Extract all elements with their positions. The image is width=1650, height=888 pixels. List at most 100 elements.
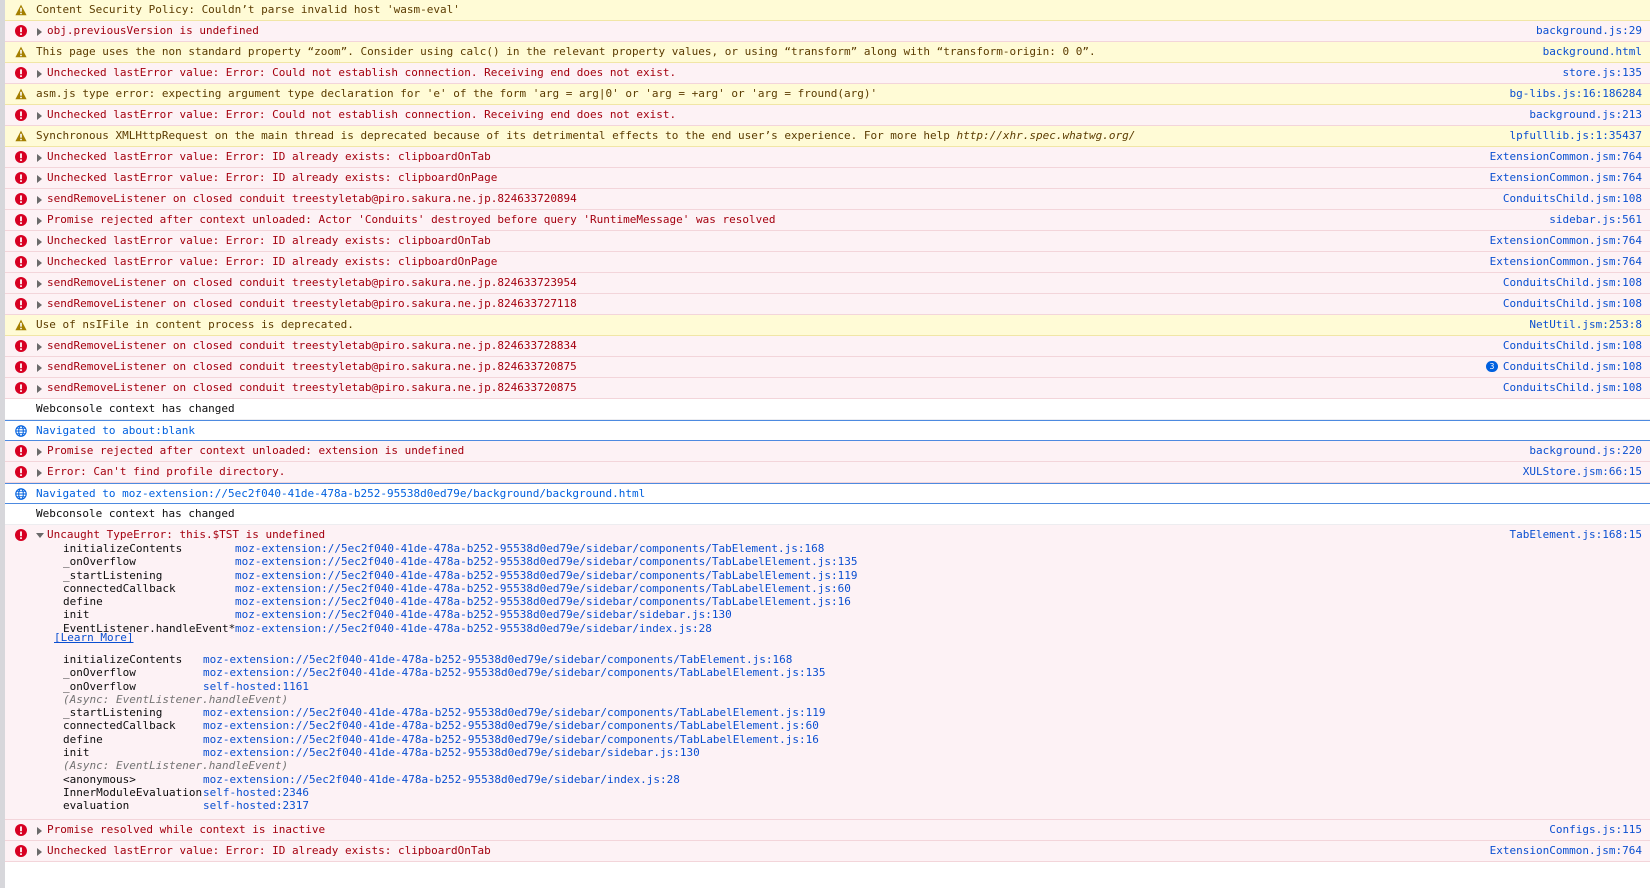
nav-message[interactable]: Navigated to about:blank [5, 420, 1650, 441]
source-location-link[interactable]: ExtensionCommon.jsm:764 [1490, 255, 1642, 268]
stack-frame: define moz-extension://5ec2f040-41de-478a… [63, 595, 858, 608]
expand-arrow-icon[interactable] [37, 448, 42, 456]
frame-source-link[interactable]: self-hosted:1161 [203, 680, 309, 693]
frame-source-link[interactable]: self-hosted:2346 [203, 786, 309, 799]
error-circle-icon [15, 529, 27, 541]
warn-message[interactable]: Synchronous XMLHttpRequest on the main t… [5, 126, 1650, 147]
error-message[interactable]: sendRemoveListener on closed conduit tre… [5, 189, 1650, 210]
source-location-link[interactable]: background.js:29 [1536, 24, 1642, 37]
source-location-link[interactable]: ConduitsChild.jsm:108 [1503, 192, 1642, 205]
expanded-error-message[interactable]: Uncaught TypeError: this.$TST is undefin… [5, 525, 1650, 820]
error-message[interactable]: Unchecked lastError value: Error: Could … [5, 105, 1650, 126]
message-text: Unchecked lastError value: Error: Could … [47, 66, 677, 79]
source-location-link[interactable]: ConduitsChild.jsm:108 [1503, 297, 1642, 310]
frame-source-link[interactable]: moz-extension://5ec2f040-41de-478a-b252-… [235, 542, 824, 555]
error-message[interactable]: sendRemoveListener on closed conduit tre… [5, 357, 1650, 378]
source-location-link[interactable]: sidebar.js:561 [1549, 213, 1642, 226]
source-location-link[interactable]: ConduitsChild.jsm:108 [1503, 381, 1642, 394]
frame-source-link[interactable]: moz-extension://5ec2f040-41de-478a-b252-… [203, 773, 680, 786]
error-location-link[interactable]: TabElement.js:168:15 [1510, 528, 1642, 541]
stack-frame: init moz-extension://5ec2f040-41de-478a-b… [63, 608, 858, 621]
expand-arrow-icon[interactable] [37, 196, 42, 204]
error-message[interactable]: sendRemoveListener on closed conduit tre… [5, 294, 1650, 315]
error-message[interactable]: Unchecked lastError value: Error: ID alr… [5, 841, 1650, 862]
error-circle-icon [15, 824, 27, 836]
help-link[interactable]: http://xhr.spec.whatwg.org/ [957, 129, 1136, 142]
expand-arrow-icon[interactable] [37, 848, 42, 856]
error-message[interactable]: Unchecked lastError value: Error: ID alr… [5, 168, 1650, 189]
source-location-link[interactable]: lpfulllib.js:1:35437 [1510, 129, 1642, 142]
frame-source-link[interactable]: moz-extension://5ec2f040-41de-478a-b252-… [203, 746, 700, 759]
frame-source-link[interactable]: moz-extension://5ec2f040-41de-478a-b252-… [203, 706, 826, 719]
source-location-link[interactable]: store.js:135 [1563, 66, 1642, 79]
expand-arrow-icon[interactable] [37, 827, 42, 835]
log-message[interactable]: Webconsole context has changed [5, 399, 1650, 420]
globe-icon [15, 488, 27, 500]
frame-source-link[interactable]: moz-extension://5ec2f040-41de-478a-b252-… [203, 653, 792, 666]
warn-message[interactable]: asm.js type error: expecting argument ty… [5, 84, 1650, 105]
expand-arrow-icon[interactable] [37, 280, 42, 288]
source-location-link[interactable]: background.js:213 [1529, 108, 1642, 121]
warn-message[interactable]: Content Security Policy: Couldn’t parse … [5, 0, 1650, 21]
frame-function: evaluation [63, 799, 130, 813]
expand-arrow-icon[interactable] [37, 301, 42, 309]
error-message[interactable]: Promise resolved while context is inacti… [5, 820, 1650, 841]
frame-source-link[interactable]: moz-extension://5ec2f040-41de-478a-b252-… [235, 622, 712, 635]
expand-arrow-icon[interactable] [37, 469, 42, 477]
message-text: Webconsole context has changed [36, 507, 235, 520]
expand-arrow-icon[interactable] [37, 154, 42, 162]
expand-arrow-icon[interactable] [37, 385, 42, 393]
error-message[interactable]: sendRemoveListener on closed conduit tre… [5, 336, 1650, 357]
error-message[interactable]: Error: Can't find profile directory. XULS… [5, 462, 1650, 483]
frame-source-link[interactable]: self-hosted:2317 [203, 799, 309, 812]
error-message[interactable]: Unchecked lastError value: Error: ID alr… [5, 147, 1650, 168]
frame-source-link[interactable]: moz-extension://5ec2f040-41de-478a-b252-… [203, 733, 819, 746]
source-location-link[interactable]: background.js:220 [1529, 444, 1642, 457]
collapse-arrow-icon[interactable] [36, 533, 44, 538]
expand-arrow-icon[interactable] [37, 238, 42, 246]
nav-message[interactable]: Navigated to moz-extension://5ec2f040-41… [5, 483, 1650, 504]
source-location-link[interactable]: Configs.js:115 [1549, 823, 1642, 836]
expand-arrow-icon[interactable] [37, 112, 42, 120]
frame-source-link[interactable]: moz-extension://5ec2f040-41de-478a-b252-… [235, 582, 851, 595]
error-message[interactable]: obj.previousVersion is undefined backgrou… [5, 21, 1650, 42]
source-location-link[interactable]: background.html [1543, 45, 1642, 58]
frame-source-link[interactable]: moz-extension://5ec2f040-41de-478a-b252-… [203, 666, 826, 679]
source-location-link[interactable]: ConduitsChild.jsm:108 [1503, 276, 1642, 289]
source-location-link[interactable]: NetUtil.jsm:253:8 [1529, 318, 1642, 331]
expand-arrow-icon[interactable] [37, 70, 42, 78]
error-message[interactable]: Unchecked lastError value: Error: ID alr… [5, 252, 1650, 273]
frame-function: _onOverflow [63, 679, 136, 693]
source-location-link[interactable]: ConduitsChild.jsm:108 [1503, 360, 1642, 373]
frame-source-link[interactable]: moz-extension://5ec2f040-41de-478a-b252-… [203, 719, 819, 732]
source-location-link[interactable]: ExtensionCommon.jsm:764 [1490, 234, 1642, 247]
error-message[interactable]: Unchecked lastError value: Error: Could … [5, 63, 1650, 84]
message-text: Webconsole context has changed [36, 402, 235, 415]
expand-arrow-icon[interactable] [37, 28, 42, 36]
expand-arrow-icon[interactable] [37, 259, 42, 267]
error-message[interactable]: Unchecked lastError value: Error: ID alr… [5, 231, 1650, 252]
source-location-link[interactable]: ConduitsChild.jsm:108 [1503, 339, 1642, 352]
error-message[interactable]: Promise rejected after context unloaded:… [5, 441, 1650, 462]
frame-source-link[interactable]: moz-extension://5ec2f040-41de-478a-b252-… [235, 555, 858, 568]
frame-source-link[interactable]: moz-extension://5ec2f040-41de-478a-b252-… [235, 595, 851, 608]
error-message[interactable]: Promise rejected after context unloaded:… [5, 210, 1650, 231]
expand-arrow-icon[interactable] [37, 364, 42, 372]
expand-arrow-icon[interactable] [37, 343, 42, 351]
error-message[interactable]: sendRemoveListener on closed conduit tre… [5, 378, 1650, 399]
console-output[interactable]: Content Security Policy: Couldn’t parse … [0, 0, 1650, 888]
warn-message[interactable]: Use of nsIFile in content process is dep… [5, 315, 1650, 336]
error-message[interactable]: sendRemoveListener on closed conduit tre… [5, 273, 1650, 294]
expand-arrow-icon[interactable] [37, 217, 42, 225]
expand-arrow-icon[interactable] [37, 175, 42, 183]
source-location-link[interactable]: ExtensionCommon.jsm:764 [1490, 844, 1642, 857]
frame-source-link[interactable]: moz-extension://5ec2f040-41de-478a-b252-… [235, 608, 732, 621]
source-location-link[interactable]: ExtensionCommon.jsm:764 [1490, 150, 1642, 163]
frame-source-link[interactable]: moz-extension://5ec2f040-41de-478a-b252-… [235, 569, 858, 582]
source-location-link[interactable]: ExtensionCommon.jsm:764 [1490, 171, 1642, 184]
log-message[interactable]: Webconsole context has changed [5, 504, 1650, 525]
source-location-link[interactable]: bg-libs.js:16:186284 [1510, 87, 1642, 100]
warn-message[interactable]: This page uses the non standard property… [5, 42, 1650, 63]
learn-more-link[interactable]: [Learn More] [54, 631, 133, 644]
source-location-link[interactable]: XULStore.jsm:66:15 [1523, 465, 1642, 478]
